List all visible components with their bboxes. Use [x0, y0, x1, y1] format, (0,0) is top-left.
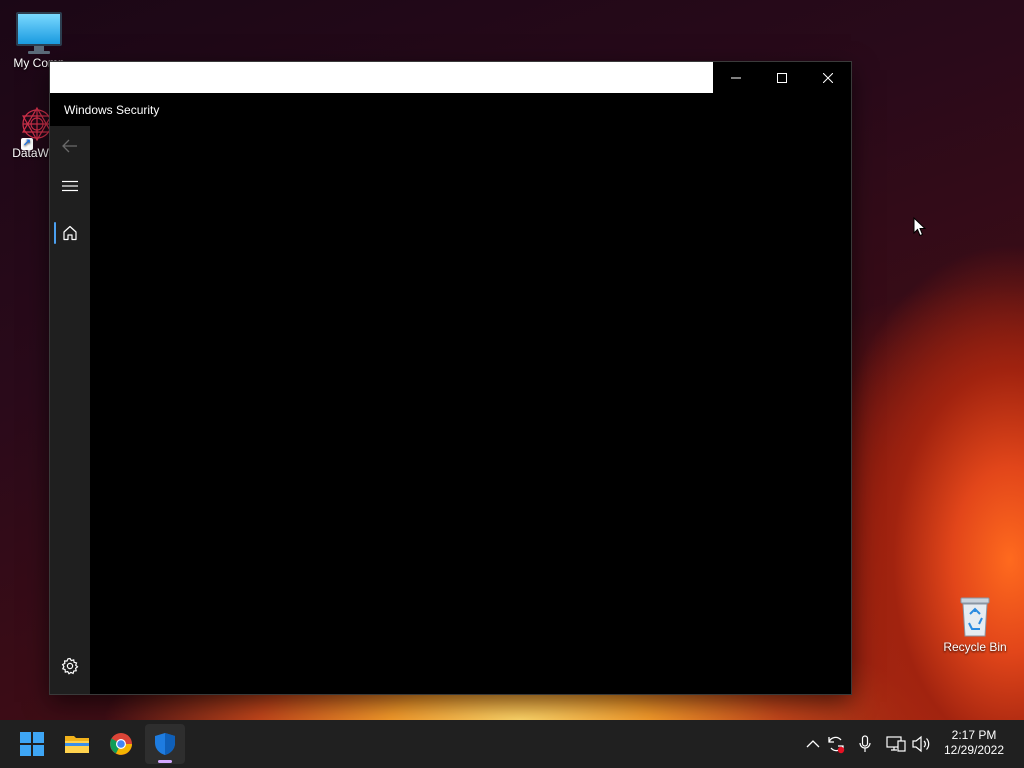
monitor-icon [2, 12, 76, 54]
taskbar-windows-security[interactable] [145, 724, 185, 764]
menu-button[interactable] [50, 168, 90, 204]
clock-time: 2:17 PM [951, 728, 997, 742]
caption-buttons [713, 62, 851, 93]
taskbar-clock[interactable]: 2:17 PM 12/29/2022 [936, 728, 1012, 758]
hamburger-menu-icon [62, 180, 78, 192]
tray-microphone-button[interactable] [855, 733, 875, 755]
desktop-icon-my-computer[interactable]: My Comp [2, 8, 76, 70]
start-icon [20, 732, 44, 756]
gear-icon [61, 657, 79, 675]
volume-icon [912, 735, 930, 753]
recycle-bin-icon [958, 596, 992, 638]
chrome-icon [110, 733, 132, 755]
taskbar-file-explorer[interactable] [57, 724, 97, 764]
tray-sync-button[interactable] [826, 733, 846, 755]
maximize-icon [777, 72, 787, 83]
title-bar[interactable] [50, 62, 713, 93]
windows-security-icon [155, 733, 175, 755]
back-button[interactable] [50, 128, 90, 164]
show-hidden-icons-button[interactable] [803, 733, 823, 755]
microphone-icon [859, 735, 871, 752]
taskbar-chrome[interactable] [101, 724, 141, 764]
active-app-indicator [158, 760, 172, 763]
desktop-icon-label: Recycle Bin [943, 640, 1007, 654]
close-button[interactable] [805, 62, 851, 93]
windows-security-window: Windows Security [50, 62, 851, 694]
app-title: Windows Security [64, 103, 160, 117]
nav-item-settings[interactable] [50, 648, 90, 684]
start-button[interactable] [12, 724, 52, 764]
nav-item-home[interactable] [50, 215, 90, 251]
file-explorer-icon [65, 736, 89, 753]
minimize-button[interactable] [713, 62, 759, 93]
tray-network-button[interactable] [886, 733, 906, 755]
sync-icon [828, 736, 845, 754]
tray-volume-button[interactable] [911, 733, 931, 755]
clock-date: 12/29/2022 [943, 743, 1005, 757]
network-icon [886, 736, 906, 752]
mouse-cursor [913, 216, 927, 242]
desktop: My Comp ↗ DataWag Recycle Bin Windows Se… [0, 0, 1024, 768]
home-icon [63, 225, 77, 241]
close-icon [823, 72, 833, 83]
navigation-rail [50, 126, 90, 694]
desktop-icon-recycle-bin[interactable]: Recycle Bin [938, 596, 1012, 654]
back-arrow-icon [62, 139, 77, 153]
shortcut-arrow-icon: ↗ [21, 138, 33, 150]
minimize-icon [731, 77, 741, 78]
chevron-up-icon [806, 740, 820, 748]
maximize-button[interactable] [759, 62, 805, 93]
